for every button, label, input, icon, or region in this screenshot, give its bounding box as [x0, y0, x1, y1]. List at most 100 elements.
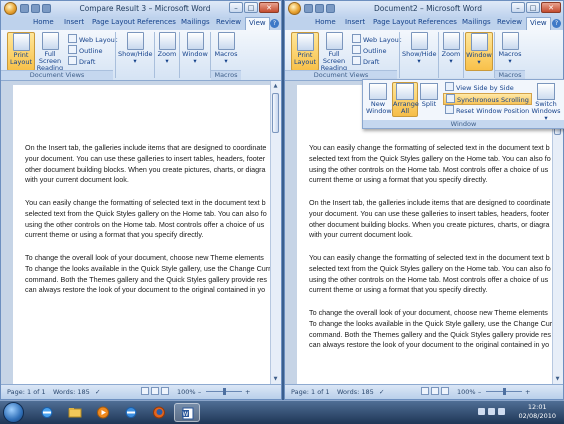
- show-hidden-icons-icon[interactable]: [478, 408, 485, 415]
- web-layout-button[interactable]: Web Layout: [68, 34, 117, 44]
- arrange-all-button[interactable]: Arrange All: [392, 82, 419, 117]
- help-icon[interactable]: ?: [552, 19, 561, 28]
- proofing-icon[interactable]: ✓: [379, 388, 384, 396]
- tab-mailings[interactable]: Mailings: [181, 18, 210, 26]
- taskbar-internet-explorer-2[interactable]: [118, 403, 144, 422]
- start-button[interactable]: [3, 402, 24, 423]
- view-full-screen-icon[interactable]: [151, 387, 159, 395]
- tab-page-layout[interactable]: Page Layout: [373, 18, 416, 26]
- draft-button[interactable]: Draft: [352, 56, 379, 66]
- window-button[interactable]: Window ▾: [465, 32, 493, 71]
- tab-home[interactable]: Home: [315, 18, 336, 26]
- redo-icon[interactable]: [42, 4, 51, 13]
- window-icon: [186, 32, 204, 50]
- zoom-in-icon[interactable]: +: [245, 388, 250, 396]
- tab-insert[interactable]: Insert: [345, 18, 365, 26]
- outline-button[interactable]: Outline: [352, 45, 387, 55]
- document-area: On the Insert tab, the galleries include…: [1, 81, 271, 385]
- office-button-icon[interactable]: [288, 2, 301, 15]
- word-count[interactable]: Words: 185: [337, 388, 374, 396]
- taskbar-word[interactable]: W: [174, 403, 200, 422]
- outline-button[interactable]: Outline: [68, 45, 103, 55]
- reset-window-position-button[interactable]: Reset Window Position: [443, 105, 531, 115]
- tab-review[interactable]: Review: [497, 18, 522, 26]
- document-page[interactable]: You can easily change the formatting of …: [297, 85, 553, 385]
- zoom-level[interactable]: 100%: [177, 388, 196, 396]
- synchronous-scrolling-button[interactable]: Synchronous Scrolling: [443, 93, 532, 105]
- view-web-layout-icon[interactable]: [161, 387, 169, 395]
- close-button[interactable]: ✕: [541, 2, 561, 13]
- tab-review[interactable]: Review: [216, 18, 241, 26]
- tab-view[interactable]: View: [526, 17, 551, 30]
- paragraph: On the Insert tab, the galleries include…: [309, 198, 551, 240]
- scroll-thumb[interactable]: [272, 93, 279, 133]
- view-print-layout-icon[interactable]: [141, 387, 149, 395]
- maximize-button[interactable]: □: [526, 2, 540, 13]
- web-layout-button[interactable]: Web Layout: [352, 34, 401, 44]
- undo-icon[interactable]: [31, 4, 40, 13]
- switch-windows-button[interactable]: Switch Windows ▾: [531, 83, 561, 122]
- taskbar-internet-explorer[interactable]: [34, 403, 60, 422]
- macros-button[interactable]: Macros ▾: [213, 32, 239, 69]
- taskbar: W 12:01 02/08/2010: [0, 400, 564, 424]
- scroll-down-icon[interactable]: ▼: [272, 376, 279, 383]
- show-hide-button[interactable]: Show/Hide ▾: [118, 32, 153, 69]
- view-side-by-side-button[interactable]: View Side by Side: [443, 82, 516, 92]
- save-icon[interactable]: [20, 4, 29, 13]
- taskbar-media-player[interactable]: [90, 403, 116, 422]
- view-full-screen-icon[interactable]: [431, 387, 439, 395]
- proofing-icon[interactable]: ✓: [95, 388, 100, 396]
- full-screen-reading-button[interactable]: Full Screen Reading: [319, 32, 349, 72]
- draft-button[interactable]: Draft: [68, 56, 95, 66]
- zoom-in-icon[interactable]: +: [525, 388, 530, 396]
- tab-insert[interactable]: Insert: [64, 18, 84, 26]
- page-count[interactable]: Page: 1 of 1: [291, 388, 330, 396]
- full-screen-reading-button[interactable]: Full Screen Reading: [35, 32, 65, 72]
- page-count[interactable]: Page: 1 of 1: [7, 388, 46, 396]
- redo-icon[interactable]: [326, 4, 335, 13]
- tab-home[interactable]: Home: [33, 18, 54, 26]
- zoom-out-icon[interactable]: –: [478, 388, 481, 396]
- word-count[interactable]: Words: 185: [53, 388, 90, 396]
- macros-button[interactable]: Macros ▾: [497, 32, 523, 69]
- zoom-level[interactable]: 100%: [457, 388, 476, 396]
- zoom-button[interactable]: Zoom ▾: [441, 32, 461, 69]
- document-page[interactable]: On the Insert tab, the galleries include…: [13, 85, 271, 385]
- network-icon[interactable]: [488, 408, 495, 415]
- zoom-out-icon[interactable]: –: [198, 388, 201, 396]
- scroll-up-icon[interactable]: ▲: [272, 83, 279, 90]
- tab-view[interactable]: View: [245, 17, 270, 30]
- view-print-layout-icon[interactable]: [421, 387, 429, 395]
- tab-references[interactable]: References: [418, 18, 457, 26]
- zoom-button[interactable]: Zoom ▾: [157, 32, 177, 69]
- volume-icon[interactable]: [498, 408, 505, 415]
- window-button[interactable]: Window ▾: [182, 32, 208, 69]
- taskbar-firefox[interactable]: [146, 403, 172, 422]
- taskbar-folder[interactable]: [62, 403, 88, 422]
- folder-icon: [68, 408, 82, 418]
- tab-mailings[interactable]: Mailings: [462, 18, 491, 26]
- close-button[interactable]: ✕: [259, 2, 279, 13]
- save-icon[interactable]: [304, 4, 313, 13]
- vertical-scrollbar[interactable]: ▲ ▼: [270, 81, 281, 385]
- zoom-slider-knob[interactable]: [503, 388, 506, 395]
- new-window-button[interactable]: New Window: [366, 83, 392, 115]
- print-layout-button[interactable]: Print Layout: [7, 32, 35, 71]
- maximize-button[interactable]: □: [244, 2, 258, 13]
- print-layout-icon: [296, 33, 314, 51]
- help-icon[interactable]: ?: [270, 19, 279, 28]
- print-layout-button[interactable]: Print Layout: [291, 32, 319, 71]
- minimize-button[interactable]: –: [511, 2, 525, 13]
- zoom-slider-knob[interactable]: [223, 388, 226, 395]
- scroll-down-icon[interactable]: ▼: [554, 376, 561, 383]
- show-hide-icon: [126, 32, 144, 50]
- undo-icon[interactable]: [315, 4, 324, 13]
- view-web-layout-icon[interactable]: [441, 387, 449, 395]
- office-button-icon[interactable]: [4, 2, 17, 15]
- tab-page-layout[interactable]: Page Layout: [92, 18, 135, 26]
- show-hide-button[interactable]: Show/Hide ▾: [402, 32, 437, 69]
- tab-references[interactable]: References: [137, 18, 176, 26]
- split-button[interactable]: Split: [419, 83, 439, 115]
- clock[interactable]: 12:01 02/08/2010: [519, 403, 556, 421]
- minimize-button[interactable]: –: [229, 2, 243, 13]
